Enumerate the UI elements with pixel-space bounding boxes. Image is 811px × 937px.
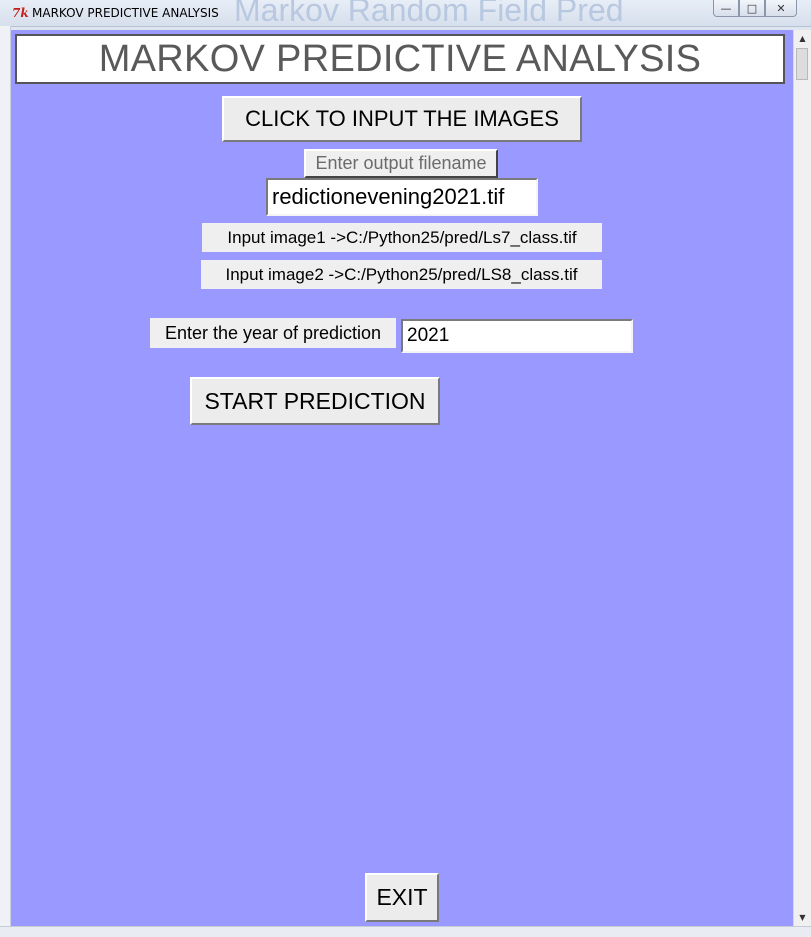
exit-button[interactable]: EXIT <box>365 873 439 922</box>
title-bar[interactable]: Markov Random Field Pred 7k MARKOV PREDI… <box>0 0 811 28</box>
scrollbar-thumb[interactable] <box>796 48 808 80</box>
background-window-edge <box>0 26 11 936</box>
close-icon: ✕ <box>776 1 786 15</box>
background-window-title: Markov Random Field Pred <box>234 0 624 28</box>
page-title: MARKOV PREDICTIVE ANALYSIS <box>15 34 785 84</box>
output-filename-input[interactable]: redictionevening2021.tif <box>266 178 538 216</box>
window-title: MARKOV PREDICTIVE ANALYSIS <box>32 6 219 20</box>
taskbar-edge <box>0 926 811 937</box>
input-image1-label: Input image1 ->C:/Python25/pred/Ls7_clas… <box>202 223 602 252</box>
scroll-down-icon[interactable]: ▼ <box>794 909 811 926</box>
prediction-year-input[interactable]: 2021 <box>401 319 633 353</box>
vertical-scrollbar[interactable]: ▲ ▼ <box>793 30 811 926</box>
maximize-icon: □ <box>746 1 758 15</box>
input-images-button[interactable]: CLICK TO INPUT THE IMAGES <box>222 96 582 142</box>
close-button[interactable]: ✕ <box>765 0 797 17</box>
minimize-button[interactable]: — <box>713 0 739 17</box>
minimize-icon: — <box>720 1 732 15</box>
scroll-up-icon[interactable]: ▲ <box>794 30 811 47</box>
main-panel: MARKOV PREDICTIVE ANALYSIS CLICK TO INPU… <box>11 30 793 926</box>
prediction-year-label: Enter the year of prediction <box>150 318 396 348</box>
input-image2-label: Input image2 ->C:/Python25/pred/LS8_clas… <box>201 260 602 289</box>
window-controls: — □ ✕ <box>713 0 797 17</box>
tk-app-icon: 7k <box>12 6 29 20</box>
output-filename-label: Enter output filename <box>304 149 498 178</box>
maximize-button[interactable]: □ <box>739 0 765 17</box>
start-prediction-button[interactable]: START PREDICTION <box>190 377 440 425</box>
